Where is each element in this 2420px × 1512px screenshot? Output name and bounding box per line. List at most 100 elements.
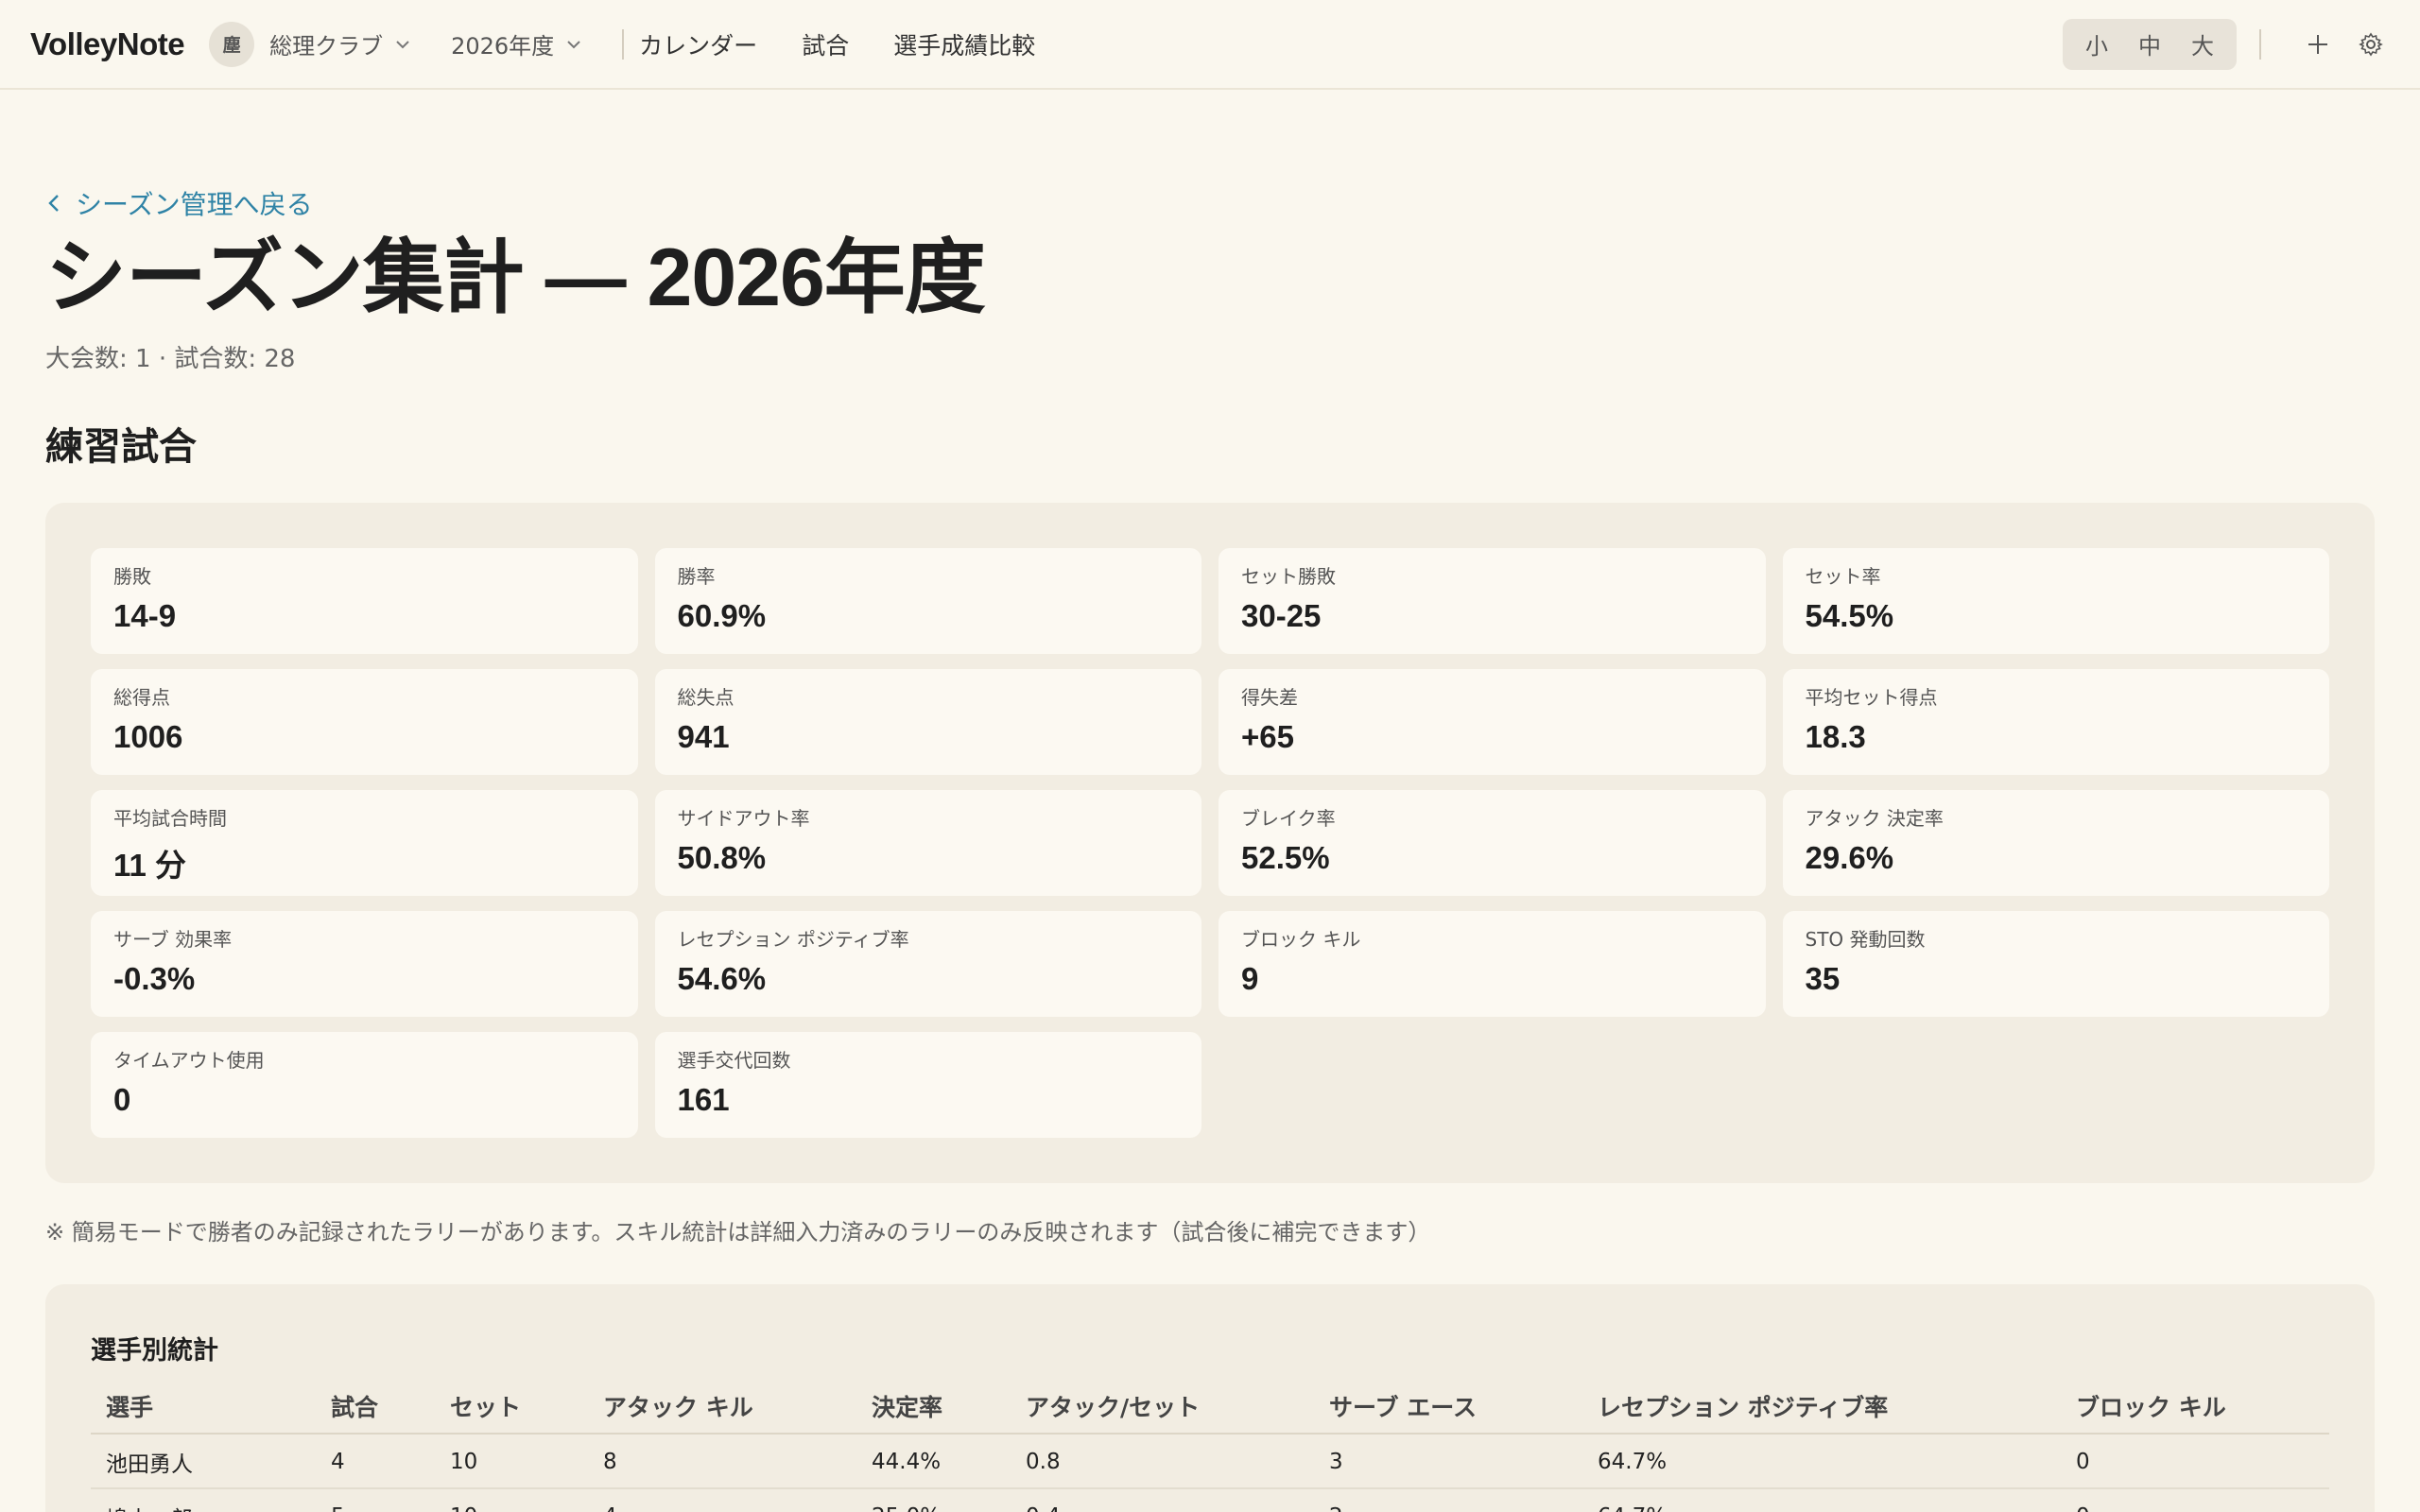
stat-card: 平均試合時間 11 分 xyxy=(91,790,638,897)
stat-value: 14-9 xyxy=(113,598,177,634)
stat-card: 平均セット得点 18.3 xyxy=(1782,669,2329,776)
toolbar-divider xyxy=(2259,28,2261,60)
column-header[interactable]: 決定率 xyxy=(856,1382,1011,1435)
club-name: 総理クラブ xyxy=(269,33,384,60)
back-link-label: シーズン管理へ戻る xyxy=(76,189,313,220)
stat-label: レセプション ポジティブ率 xyxy=(677,928,909,952)
nav-matches[interactable]: 試合 xyxy=(802,27,849,61)
stat-card: 勝率 60.9% xyxy=(654,548,1201,655)
table-cell: 2 xyxy=(1314,1488,1582,1512)
club-selector[interactable]: 総理クラブ xyxy=(269,27,411,60)
stat-label: STO 発動回数 xyxy=(1805,928,1926,952)
font-size-small[interactable]: 小 xyxy=(2076,27,2118,60)
club-avatar[interactable]: 塵 xyxy=(209,21,255,67)
table-cell: 0 xyxy=(2061,1434,2329,1490)
stat-card: 選手交代回数 161 xyxy=(654,1032,1201,1139)
column-header[interactable]: ブロック キル xyxy=(2061,1382,2329,1435)
nav-player-compare[interactable]: 選手成績比較 xyxy=(893,27,1035,61)
section-title: 練習試合 xyxy=(45,425,197,470)
stat-label: アタック 決定率 xyxy=(1805,807,1944,831)
column-header[interactable]: 試合 xyxy=(316,1382,435,1435)
table-cell: 0 xyxy=(2061,1488,2329,1512)
stat-value: 11 分 xyxy=(113,848,187,884)
stat-label: タイムアウト使用 xyxy=(113,1049,265,1073)
column-header[interactable]: アタック/セット xyxy=(1011,1382,1314,1435)
simple-mode-note: ※ 簡易モードで勝者のみ記録されたラリーがあります。スキル統計は詳細入力済みのラ… xyxy=(45,1219,1431,1246)
table-cell: 64.7% xyxy=(1582,1488,2061,1512)
stat-value: 1006 xyxy=(113,719,183,755)
font-size-medium[interactable]: 中 xyxy=(2129,27,2170,60)
column-header[interactable]: サーブ エース xyxy=(1314,1382,1582,1435)
gear-icon xyxy=(2359,32,2383,56)
table-cell: 5 xyxy=(316,1488,435,1512)
stat-value: 52.5% xyxy=(1241,840,1330,876)
stat-value: 50.8% xyxy=(677,840,767,876)
stat-label: サイドアウト率 xyxy=(677,807,810,831)
plus-icon xyxy=(2308,34,2327,54)
player-stats-table: 選手 試合 セット アタック キル 決定率 アタック/セット サーブ エース レ… xyxy=(91,1382,2329,1512)
player-name: 鳩山一郎 xyxy=(91,1488,316,1512)
stat-card: 勝敗 14-9 xyxy=(91,548,638,655)
stat-value: 161 xyxy=(677,1082,730,1118)
stat-value: 35 xyxy=(1805,961,1841,997)
season-name: 2026年度 xyxy=(451,33,555,60)
table-cell: 3 xyxy=(1314,1434,1582,1490)
stat-value: 9 xyxy=(1241,961,1259,997)
stat-label: ブロック キル xyxy=(1241,928,1361,952)
stat-value: 54.6% xyxy=(677,961,767,997)
table-cell: 64.7% xyxy=(1582,1434,2061,1490)
stat-card: ブロック キル 9 xyxy=(1219,911,1766,1018)
table-cell: 10 xyxy=(435,1434,588,1490)
stat-card: STO 発動回数 35 xyxy=(1782,911,2329,1018)
stat-card: レセプション ポジティブ率 54.6% xyxy=(654,911,1201,1018)
nav-divider xyxy=(622,28,625,60)
chevron-left-icon xyxy=(48,195,59,212)
page-title: シーズン集計 — 2026年度 xyxy=(45,232,986,323)
column-header[interactable]: セット xyxy=(435,1382,588,1435)
table-header-row: 選手 試合 セット アタック キル 決定率 アタック/セット サーブ エース レ… xyxy=(91,1382,2329,1435)
top-bar: VolleyNote 塵 総理クラブ 2026年度 カレンダー 試合 選手成績比… xyxy=(0,0,2420,90)
player-table-title: 選手別統計 xyxy=(91,1336,218,1366)
season-selector[interactable]: 2026年度 xyxy=(451,27,582,60)
column-header[interactable]: アタック キル xyxy=(588,1382,856,1435)
stat-label: 勝率 xyxy=(677,565,716,589)
chevron-down-icon xyxy=(396,40,409,48)
player-name: 池田勇人 xyxy=(91,1434,316,1490)
settings-button[interactable] xyxy=(2352,26,2390,63)
stat-label: 総失点 xyxy=(677,686,735,710)
brand-logo[interactable]: VolleyNote xyxy=(30,26,185,62)
stat-card: 総失点 941 xyxy=(654,669,1201,776)
stat-card: ブレイク率 52.5% xyxy=(1219,790,1766,897)
table-row[interactable]: 池田勇人 4 10 8 44.4% 0.8 3 64.7% 0 xyxy=(91,1434,2329,1490)
nav-calendar[interactable]: カレンダー xyxy=(639,27,757,61)
page-subtitle: 大会数: 1 · 試合数: 28 xyxy=(45,345,296,374)
stat-value: 18.3 xyxy=(1805,719,1866,755)
column-header[interactable]: レセプション ポジティブ率 xyxy=(1582,1382,2061,1435)
stat-card: サイドアウト率 50.8% xyxy=(654,790,1201,897)
stat-label: 勝敗 xyxy=(113,565,151,589)
table-cell: 4 xyxy=(588,1488,856,1512)
stat-label: 平均試合時間 xyxy=(113,807,227,831)
table-cell: 25.0% xyxy=(856,1488,1011,1512)
stat-value: 29.6% xyxy=(1805,840,1894,876)
stats-panel: 勝敗 14-9 勝率 60.9% セット勝敗 30-25 セット率 54.5% 総得点 1… xyxy=(45,503,2375,1184)
stat-value: 54.5% xyxy=(1805,598,1894,634)
stat-card: セット勝敗 30-25 xyxy=(1219,548,1766,655)
player-stats-panel: 選手別統計 選手 試合 セット アタック キル 決定率 アタック/セット サーブ… xyxy=(45,1284,2375,1512)
column-header[interactable]: 選手 xyxy=(91,1382,316,1435)
stat-value: 0 xyxy=(113,1082,131,1118)
add-button[interactable] xyxy=(2299,26,2337,63)
stat-card: 得失差 +65 xyxy=(1219,669,1766,776)
back-link[interactable]: シーズン管理へ戻る xyxy=(45,184,313,222)
stat-label: 平均セット得点 xyxy=(1805,686,1938,710)
stat-label: 得失差 xyxy=(1241,686,1298,710)
table-cell: 8 xyxy=(588,1434,856,1490)
stat-value: +65 xyxy=(1241,719,1294,755)
table-row[interactable]: 鳩山一郎 5 10 4 25.0% 0.4 2 64.7% 0 xyxy=(91,1488,2329,1512)
stat-label: ブレイク率 xyxy=(1241,807,1336,831)
table-cell: 10 xyxy=(435,1488,588,1512)
stat-card: アタック 決定率 29.6% xyxy=(1782,790,2329,897)
stat-label: サーブ 効果率 xyxy=(113,928,233,952)
stat-label: セット勝敗 xyxy=(1241,565,1336,589)
font-size-large[interactable]: 大 xyxy=(2182,27,2223,60)
